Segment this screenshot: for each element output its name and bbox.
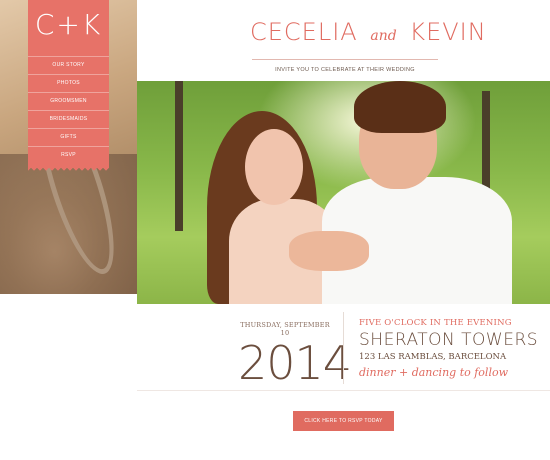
tree-trunk — [175, 81, 183, 231]
hands — [289, 231, 369, 271]
event-weekday: THURSDAY, SEPTEMBER 10 — [240, 321, 330, 337]
rsvp-button[interactable]: CLICK HERE TO RSVP TODAY — [293, 411, 394, 431]
groom-hair — [354, 81, 446, 133]
nav-item-photos[interactable]: PHOTOS — [28, 74, 109, 92]
event-details: FIVE O'CLOCK IN THE EVENING SHERATON TOW… — [359, 318, 549, 379]
couple-names: CECELIA and KEVIN — [250, 18, 486, 46]
nav-menu: OUR STORY PHOTOS GROOMSMEN BRIDESMAIDS G… — [28, 56, 109, 164]
nav-item-rsvp[interactable]: RSVP — [28, 146, 109, 164]
logo[interactable]: C+K — [28, 8, 109, 42]
event-party: dinner + dancing to follow — [359, 366, 508, 379]
header-divider — [252, 59, 438, 60]
nav-item-groomsmen[interactable]: GROOMSMEN — [28, 92, 109, 110]
event-time: FIVE O'CLOCK IN THE EVENING — [359, 318, 512, 328]
groom-name: KEVIN — [409, 18, 487, 46]
nav-item-bridesmaids[interactable]: BRIDESMAIDS — [28, 110, 109, 128]
nav-item-our-story[interactable]: OUR STORY — [28, 56, 109, 74]
event-venue: SHERATON TOWERS — [359, 330, 539, 350]
section-divider — [137, 390, 550, 391]
couple-photo — [137, 81, 550, 304]
invite-text: INVITE YOU TO CELEBRATE AT THEIR WEDDING — [275, 67, 415, 73]
bride-name: CECELIA — [250, 18, 358, 46]
event-date: THURSDAY, SEPTEMBER 10 2014 — [238, 321, 352, 390]
event-year: 2014 — [238, 336, 352, 390]
event-address: 123 LAS RAMBLAS, BARCELONA — [359, 352, 507, 362]
main-nav: C+K OUR STORY PHOTOS GROOMSMEN BRIDESMAI… — [28, 0, 109, 173]
bride-face — [245, 129, 303, 205]
details-divider — [343, 312, 344, 384]
nav-item-gifts[interactable]: GIFTS — [28, 128, 109, 146]
and-word: and — [370, 28, 397, 44]
